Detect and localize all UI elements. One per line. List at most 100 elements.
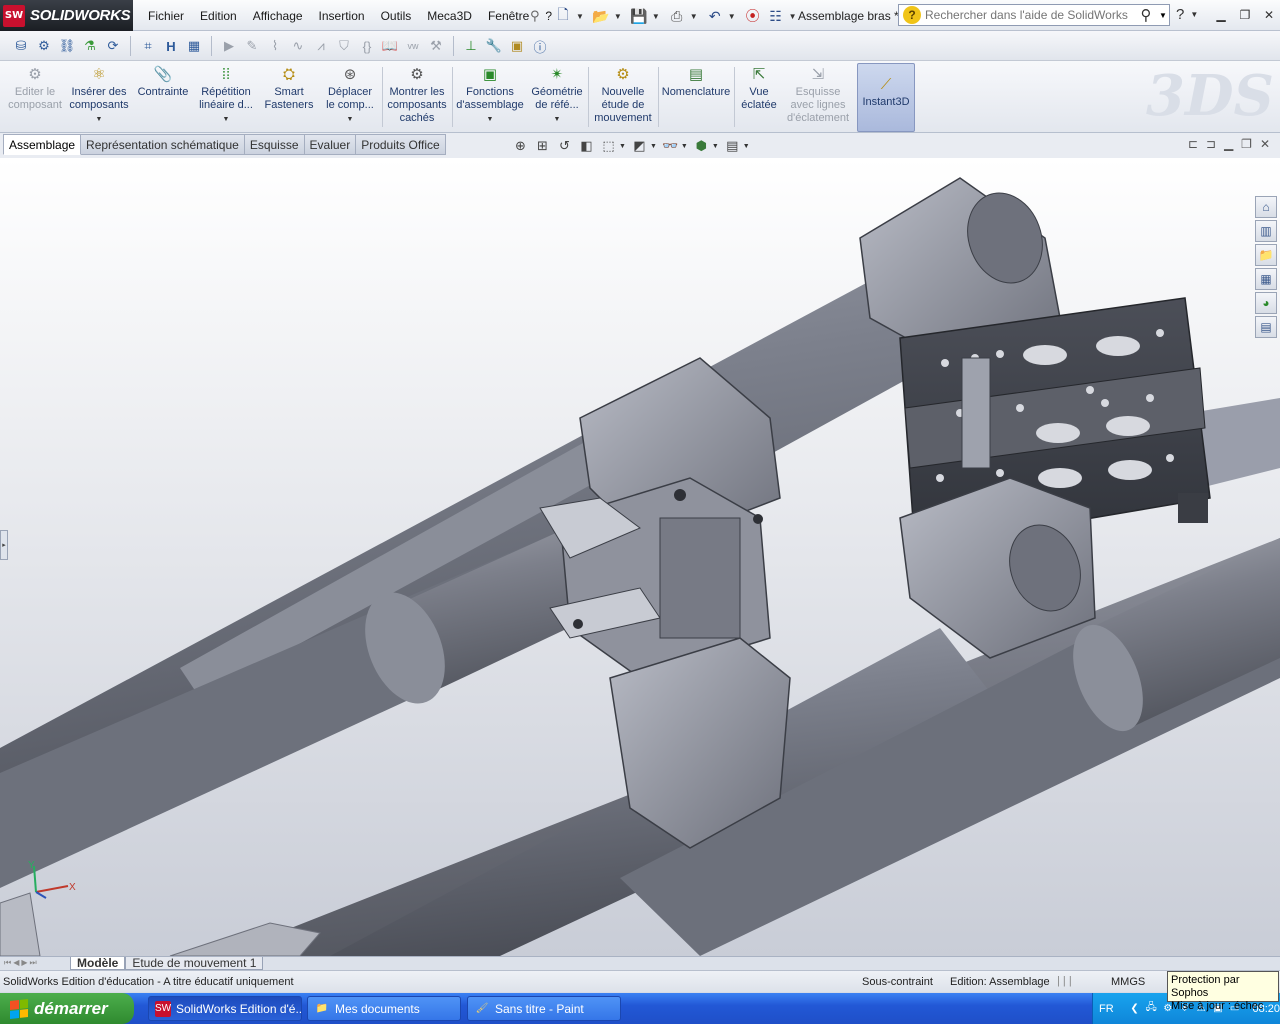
print-dropdown-icon[interactable]: ▼ bbox=[690, 12, 698, 21]
calculator-icon[interactable]: ▦ bbox=[185, 37, 203, 55]
chevron-down-icon[interactable]: ▼ bbox=[712, 143, 719, 150]
rebuild-traffic-light-icon[interactable]: ⦿ bbox=[743, 6, 763, 26]
search-dropdown-icon[interactable]: ▼ bbox=[1157, 11, 1169, 20]
feature-manager-expand-handle[interactable]: ▸ bbox=[0, 530, 8, 560]
new-dropdown-icon[interactable]: ▼ bbox=[576, 12, 584, 21]
chevron-down-icon[interactable]: ▼ bbox=[650, 143, 657, 150]
zoom-to-fit-icon[interactable]: ⊕ bbox=[512, 138, 529, 154]
menu-meca3d[interactable]: Meca3D bbox=[419, 9, 480, 23]
hide-show-items-icon[interactable]: 👓 bbox=[662, 138, 679, 154]
chevron-down-icon[interactable]: ▼ bbox=[554, 113, 561, 126]
open-folder-icon[interactable]: 📂 bbox=[591, 6, 611, 26]
book-icon[interactable]: 📖 bbox=[381, 37, 399, 55]
options-dropdown-icon[interactable]: ▼ bbox=[789, 12, 797, 21]
tab-evaluer[interactable]: Evaluer bbox=[304, 134, 357, 155]
frame-icon[interactable]: ⌗ bbox=[139, 37, 157, 55]
vw-icon[interactable]: vw bbox=[404, 37, 422, 55]
refresh-icon[interactable]: ⟳ bbox=[104, 37, 122, 55]
solidworks-logo[interactable]: SW SOLIDWORKS bbox=[0, 0, 133, 31]
reference-geometry-button[interactable]: ✴ Géométrie de réfé... ▼ bbox=[528, 64, 586, 132]
help-dropdown-icon[interactable]: ▼ bbox=[1190, 10, 1198, 19]
custom-properties-icon[interactable]: ▤ bbox=[1255, 316, 1277, 338]
first-tab-icon[interactable]: ⏮ bbox=[4, 958, 11, 968]
h-icon[interactable]: H bbox=[162, 37, 180, 55]
info-icon[interactable]: ⓘ bbox=[531, 37, 549, 55]
tile-right-icon[interactable]: ⊐ bbox=[1206, 137, 1216, 151]
assembly-3d-model[interactable] bbox=[0, 158, 1280, 956]
view-orientation-icon[interactable]: ⬚ bbox=[600, 138, 617, 154]
save-icon[interactable]: 💾 bbox=[629, 6, 649, 26]
menu-fichier[interactable]: Fichier bbox=[140, 9, 192, 23]
undo-icon[interactable]: ↶ bbox=[705, 6, 725, 26]
tab-modele[interactable]: Modèle bbox=[70, 957, 126, 970]
tab-produits-office[interactable]: Produits Office bbox=[356, 134, 446, 155]
linear-pattern-button[interactable]: ⁞⁞ Répétition linéaire d... ▼ bbox=[194, 64, 258, 132]
menu-affichage[interactable]: Affichage bbox=[245, 9, 311, 23]
smart-fasteners-button[interactable]: ⛭ Smart Fasteners bbox=[260, 64, 318, 132]
wrench-icon[interactable]: 🔧 bbox=[485, 37, 503, 55]
insert-components-button[interactable]: ⚛ Insérer des composants ▼ bbox=[66, 64, 132, 132]
help-search-input[interactable] bbox=[925, 8, 1135, 22]
minimize-icon[interactable]: ▁ bbox=[1212, 6, 1230, 24]
network-icon[interactable]: 🖧 bbox=[1144, 1002, 1158, 1016]
shield-icon[interactable]: ⛉ bbox=[335, 37, 353, 55]
menu-fenetre[interactable]: Fenêtre bbox=[480, 9, 537, 23]
last-tab-icon[interactable]: ⏭ bbox=[30, 958, 37, 968]
help-icon[interactable]: ? bbox=[1176, 6, 1184, 23]
taskbar-item-paint[interactable]: 🖌 Sans titre - Paint bbox=[467, 996, 621, 1021]
database-icon[interactable]: ⛁ bbox=[12, 37, 30, 55]
menu-insertion[interactable]: Insertion bbox=[311, 9, 373, 23]
next-tab-icon[interactable]: ▶ bbox=[21, 958, 27, 968]
edit-component-button[interactable]: ⚙ Editer le composant bbox=[6, 64, 64, 132]
link-icon[interactable]: ⛓ bbox=[58, 37, 76, 55]
section-view-icon[interactable]: ◧ bbox=[578, 138, 595, 154]
tools-icon[interactable]: ⚒ bbox=[427, 37, 445, 55]
save-dropdown-icon[interactable]: ▼ bbox=[652, 12, 660, 21]
search-icon[interactable]: ⚲ bbox=[1135, 6, 1157, 24]
graph-icon[interactable]: ⌇ bbox=[266, 37, 284, 55]
view-palette-icon[interactable]: ▦ bbox=[1255, 268, 1277, 290]
chevron-down-icon[interactable]: ▼ bbox=[681, 143, 688, 150]
tab-etude-de-mouvement[interactable]: Etude de mouvement 1 bbox=[125, 957, 264, 970]
chevron-down-icon[interactable]: ▼ bbox=[619, 143, 626, 150]
new-document-icon[interactable]: 🗋 bbox=[553, 6, 573, 26]
appearances-icon[interactable]: ◕ bbox=[1255, 292, 1277, 314]
restore-icon[interactable]: ❐ bbox=[1236, 6, 1254, 24]
design-library-icon[interactable]: ▥ bbox=[1255, 220, 1277, 242]
tile-left-icon[interactable]: ⊏ bbox=[1188, 137, 1198, 151]
instant3d-button[interactable]: ⟋ Instant3D bbox=[857, 63, 915, 132]
exploded-view-button[interactable]: ⇱ Vue éclatée bbox=[736, 64, 782, 132]
new-motion-study-button[interactable]: ⚙ Nouvelle étude de mouvement bbox=[590, 64, 656, 132]
chevron-down-icon[interactable]: ▼ bbox=[347, 113, 354, 126]
previous-view-icon[interactable]: ↺ bbox=[556, 138, 573, 154]
axis-icon[interactable]: ⊥ bbox=[462, 37, 480, 55]
taskbar-item-mes-documents[interactable]: 📁 Mes documents bbox=[307, 996, 461, 1021]
waveform-icon[interactable]: ⩘ bbox=[312, 37, 330, 55]
tray-expand-icon[interactable]: ❮ bbox=[1128, 1002, 1142, 1016]
close-icon[interactable]: ✕ bbox=[1260, 6, 1278, 24]
status-units[interactable]: MMGS bbox=[1111, 976, 1145, 988]
chevron-down-icon[interactable]: ▼ bbox=[487, 113, 494, 126]
document-minimize-icon[interactable]: ▁ bbox=[1224, 137, 1233, 151]
green-tool-icon[interactable]: ⚗ bbox=[81, 37, 99, 55]
explode-line-sketch-button[interactable]: ⇲ Esquisse avec lignes d'éclatement bbox=[784, 64, 852, 132]
tab-esquisse[interactable]: Esquisse bbox=[244, 134, 305, 155]
display-icon[interactable]: ▣ bbox=[508, 37, 526, 55]
assembly-features-button[interactable]: ▣ Fonctions d'assemblage ▼ bbox=[454, 64, 526, 132]
display-style-icon[interactable]: ◩ bbox=[631, 138, 648, 154]
mate-button[interactable]: 📎 Contrainte bbox=[134, 64, 192, 132]
document-close-icon[interactable]: ✕ bbox=[1260, 137, 1270, 151]
previous-tab-icon[interactable]: ◀ bbox=[13, 958, 19, 968]
menu-outils[interactable]: Outils bbox=[373, 9, 420, 23]
edit-appearance-icon[interactable]: ⬢ bbox=[693, 138, 710, 154]
chevron-down-icon[interactable]: ▼ bbox=[223, 113, 230, 126]
tab-assemblage[interactable]: Assemblage bbox=[3, 134, 82, 155]
home-icon[interactable]: ⌂ bbox=[1255, 196, 1277, 218]
tab-representation-schematique[interactable]: Représentation schématique bbox=[81, 134, 245, 155]
chevron-down-icon[interactable]: ▼ bbox=[743, 143, 750, 150]
pencil-icon[interactable]: ✎ bbox=[243, 37, 261, 55]
language-indicator[interactable]: FR bbox=[1099, 1003, 1114, 1015]
file-explorer-icon[interactable]: 📁 bbox=[1255, 244, 1277, 266]
braces-icon[interactable]: {} bbox=[358, 37, 376, 55]
menu-edition[interactable]: Edition bbox=[192, 9, 245, 23]
